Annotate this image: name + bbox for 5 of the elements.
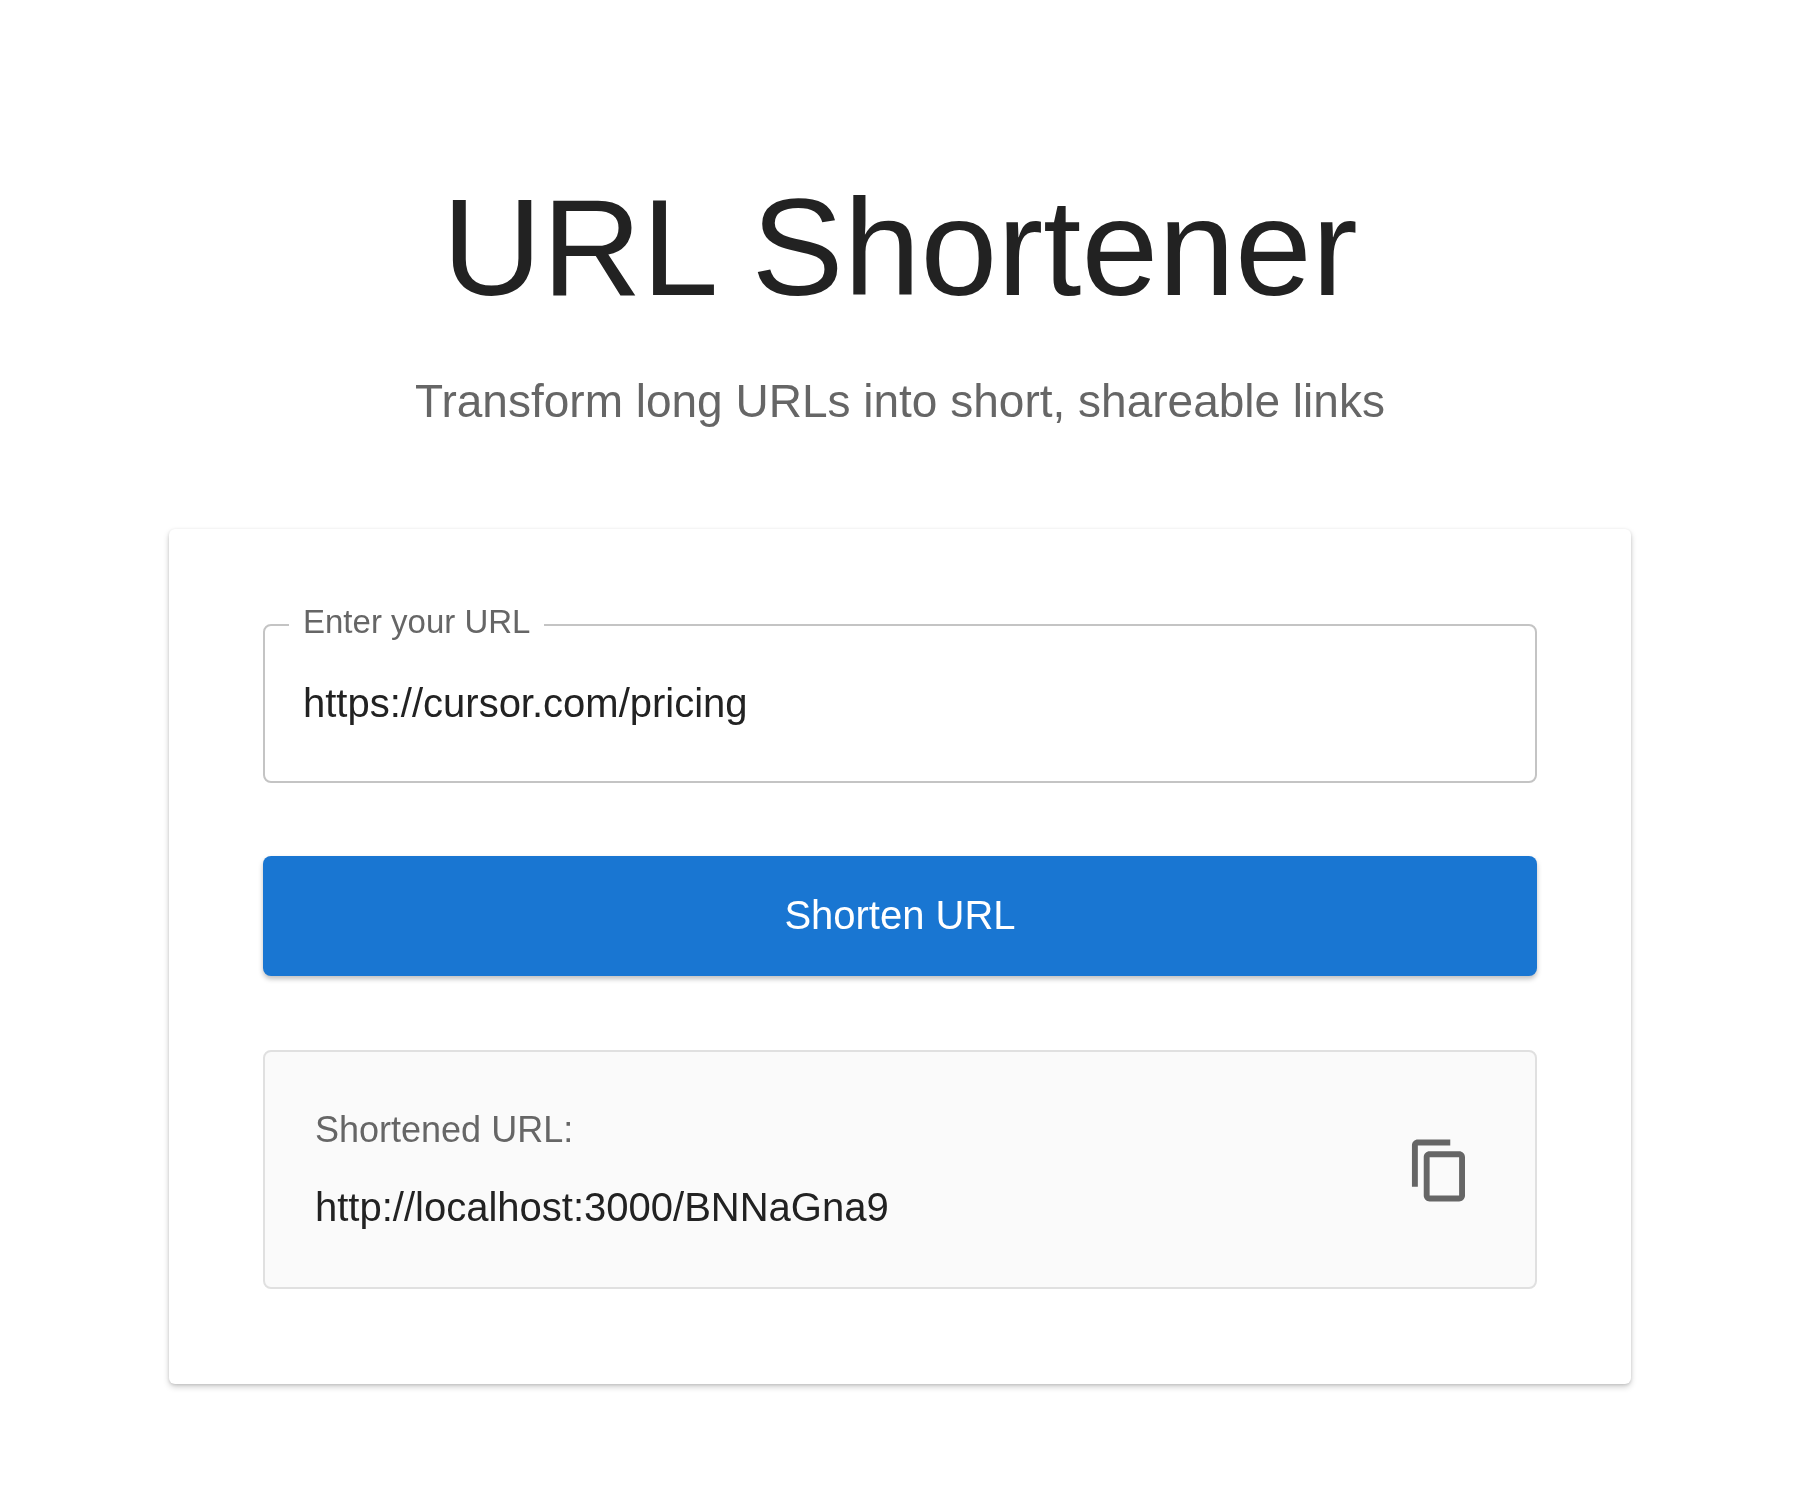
shorten-button[interactable]: Shorten URL <box>263 856 1537 976</box>
result-label: Shortened URL: <box>315 1109 575 1151</box>
page-title: URL Shortener <box>442 172 1358 324</box>
subtitle: Transform long URLs into short, shareable links <box>415 373 1385 429</box>
short-url: http://localhost:3000/BNNaGna9 <box>315 1185 889 1230</box>
